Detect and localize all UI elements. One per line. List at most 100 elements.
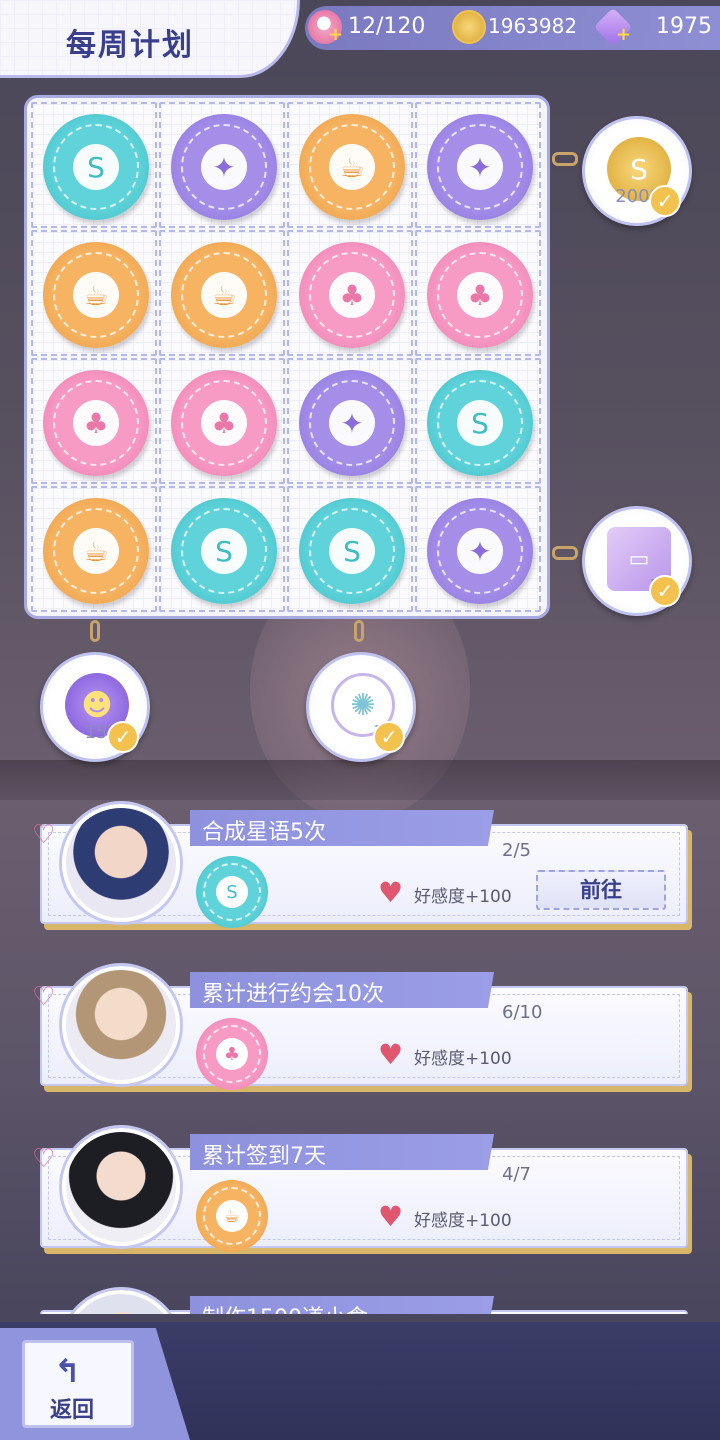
swan-badge-icon: S [171, 498, 277, 604]
compass-badge-icon: ✦ [427, 114, 533, 220]
page-title: 每周计划 [66, 28, 194, 63]
heart-icon: ♥ [378, 876, 404, 909]
resource-gold: 1963982 [452, 10, 582, 44]
plus-icon[interactable]: + [616, 26, 631, 44]
coffee-badge-icon: ☕ [43, 242, 149, 348]
chain-link [354, 620, 364, 642]
cake-icon: ♣ [457, 272, 503, 318]
heart-icon: ♥ [378, 1038, 404, 1071]
task-name: 制作1500道小食 [202, 1300, 368, 1314]
task-name: 累计进行约会10次 [202, 982, 384, 1007]
chain-link [552, 546, 578, 560]
board-cell: S [287, 486, 413, 612]
affection-reward: 好感度+100 [414, 1211, 512, 1231]
task-progress: 4/7 [502, 1164, 531, 1185]
crystal-value: 1975 [656, 14, 712, 39]
cake-badge-icon: ♣ [299, 242, 405, 348]
board-cell: S [415, 358, 541, 484]
header: 每周计划 ● + 12/120 1963982 + 1975 [0, 0, 720, 80]
coffee-badge-icon: ☕ [43, 498, 149, 604]
resource-crystal[interactable]: + 1975 [593, 7, 716, 47]
board-cell: ✦ [159, 102, 285, 228]
cake-badge-icon: ♣ [196, 1018, 268, 1090]
board-cell: ✦ [287, 358, 413, 484]
gold-value: 1963982 [488, 14, 578, 38]
heart-tag-icon: ♡ [32, 820, 56, 850]
cake-icon: ♣ [201, 400, 247, 446]
silver-hair-avatar [62, 1290, 180, 1314]
reward-row4[interactable]: ▭ 5 ✓ [582, 506, 692, 616]
task-list[interactable]: ♡ 合成星语5次 2/5 S ♥ 好感度+100 前往 ♡ 累计进行约会10次 … [0, 790, 720, 1314]
task-name: 合成星语5次 [202, 820, 326, 845]
reward-col1[interactable]: ☻ 150 ✓ [40, 652, 150, 762]
task-name: 累计签到7天 [202, 1144, 326, 1169]
stamp-board: S ✦ ☕ ✦ ☕ ☕ ♣ ♣ ♣ ♣ ✦ S ☕ S S ✦ [24, 95, 550, 619]
board-cell: S [159, 486, 285, 612]
gold-coin-icon [452, 10, 486, 44]
coffee-icon: ☕ [329, 144, 375, 190]
board-cell: S [31, 102, 157, 228]
back-label: 返回 [50, 1398, 95, 1423]
reward-row1[interactable]: S 2000 ✓ [582, 116, 692, 226]
long-black-hair-avatar [62, 1128, 180, 1246]
coffee-badge-icon: ☕ [299, 114, 405, 220]
swan-icon: S [201, 528, 247, 574]
heart-icon: ♥ [378, 1200, 404, 1233]
coffee-icon: ☕ [73, 528, 119, 574]
compass-icon: ✦ [457, 144, 503, 190]
coffee-badge-icon: ☕ [196, 1180, 268, 1252]
board-cell: ♣ [159, 358, 285, 484]
compass-badge-icon: ✦ [299, 370, 405, 476]
swan-icon: S [457, 400, 503, 446]
swan-badge-icon: S [43, 114, 149, 220]
coffee-icon: ☕ [73, 272, 119, 318]
task-item: ♡ 累计签到7天 4/7 ☕ ♥ 好感度+100 [32, 1128, 688, 1252]
board-cell: ♣ [287, 230, 413, 356]
board-cell: ☕ [31, 486, 157, 612]
heart-tag-icon: ♡ [32, 982, 56, 1012]
cake-icon: ♣ [73, 400, 119, 446]
claimed-check-icon: ✓ [107, 721, 139, 753]
plus-icon[interactable]: + [328, 26, 343, 44]
coffee-badge-icon: ☕ [171, 242, 277, 348]
compass-icon: ✦ [201, 144, 247, 190]
board-cell: ♣ [31, 358, 157, 484]
coffee-icon: ☕ [201, 272, 247, 318]
cake-badge-icon: ♣ [427, 242, 533, 348]
task-progress: 6/10 [502, 1002, 543, 1023]
stamina-value: 12/120 [348, 14, 426, 39]
affection-reward: 好感度+100 [414, 1049, 512, 1069]
compass-icon: ✦ [457, 528, 503, 574]
compass-badge-icon: ✦ [427, 498, 533, 604]
reward-col3[interactable]: ✺ 3 ✓ [306, 652, 416, 762]
board-cell: ☕ [287, 102, 413, 228]
cake-icon: ♣ [329, 272, 375, 318]
affection-reward: 好感度+100 [414, 887, 512, 907]
board-cell: ♣ [415, 230, 541, 356]
light-brown-hair-avatar [62, 966, 180, 1084]
task-progress: 2/5 [502, 840, 531, 861]
swan-badge-icon: S [196, 856, 268, 928]
go-button[interactable]: 前往 [536, 870, 666, 910]
task-item: ♡ 累计进行约会10次 6/10 ♣ ♥ 好感度+100 [32, 966, 688, 1090]
chain-link [552, 152, 578, 166]
cake-badge-icon: ♣ [43, 370, 149, 476]
resource-stamina[interactable]: ● + 12/120 [308, 10, 428, 44]
heart-tag-icon: ♡ [32, 1144, 56, 1174]
cake-badge-icon: ♣ [171, 370, 277, 476]
compass-badge-icon: ✦ [171, 114, 277, 220]
board-cell: ☕ [159, 230, 285, 356]
swan-badge-icon: S [299, 498, 405, 604]
claimed-check-icon: ✓ [649, 185, 681, 217]
claimed-check-icon: ✓ [649, 575, 681, 607]
swan-badge-icon: S [427, 370, 533, 476]
board-cell: ✦ [415, 102, 541, 228]
chain-link [90, 620, 100, 642]
swan-icon: S [329, 528, 375, 574]
back-arrow-icon: ↰ [54, 1352, 81, 1390]
dark-blue-hair-avatar [62, 804, 180, 922]
board-cell: ✦ [415, 486, 541, 612]
task-item: 制作1500道小食 [40, 1290, 688, 1314]
task-item: ♡ 合成星语5次 2/5 S ♥ 好感度+100 前往 [32, 804, 688, 928]
swan-icon: S [73, 144, 119, 190]
